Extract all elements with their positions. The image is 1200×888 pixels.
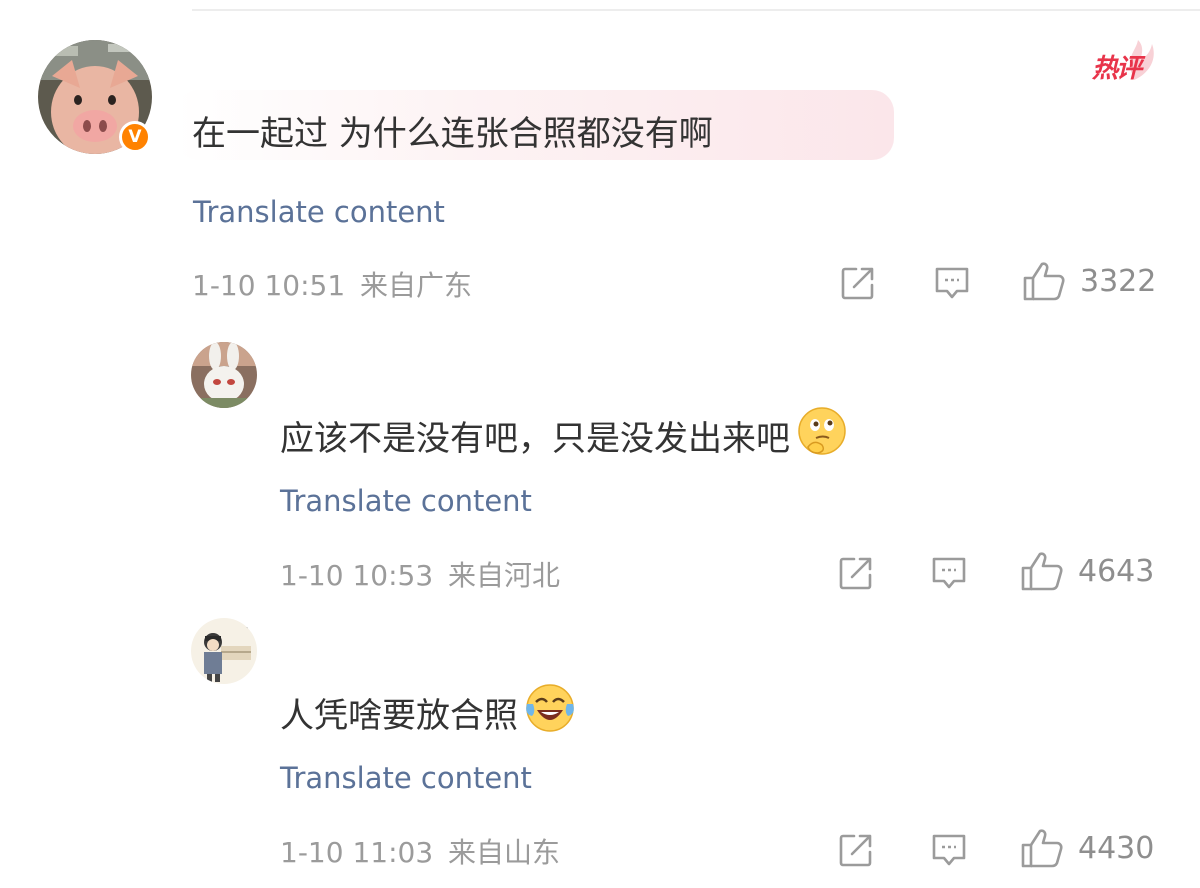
like-button[interactable]: 3322	[1022, 260, 1156, 302]
hot-comment-badge: 热评	[1086, 40, 1162, 84]
share-icon	[839, 834, 872, 867]
thumbs-up-icon	[1021, 552, 1063, 591]
like-count: 4643	[1078, 553, 1155, 589]
comment-button[interactable]	[930, 832, 968, 868]
reply-text: 人凭啥要放合照	[280, 696, 518, 736]
hot-comment-label: 热评	[1092, 54, 1142, 84]
comment-text: 在一起过 为什么连张合照都没有啊	[192, 114, 713, 154]
comment-icon	[935, 267, 969, 299]
verified-mark: V	[128, 127, 142, 147]
reply-timestamp: 1-10 10:53	[280, 559, 434, 592]
main-comment: V 热评 在一起过 为什么连张合照都没有啊 Translate content …	[0, 0, 1200, 320]
reply-location: 来自河北	[448, 559, 561, 592]
reply-avatar[interactable]	[191, 342, 257, 408]
laughing-tears-emoji-icon	[524, 682, 576, 743]
reply-location: 来自山东	[448, 836, 561, 869]
thinking-emoji-icon	[796, 405, 848, 466]
comment-meta: 1-10 10:51 来自广东	[192, 264, 472, 304]
verified-badge: V	[119, 121, 151, 153]
reply-meta: 1-10 11:03 来自山东	[280, 831, 560, 871]
comment-button[interactable]	[930, 555, 968, 591]
share-button[interactable]	[838, 832, 874, 868]
like-count: 4430	[1078, 830, 1155, 866]
like-count: 3322	[1080, 263, 1157, 299]
rabbit-avatar-image	[191, 342, 257, 408]
reply-meta: 1-10 10:53 来自河北	[280, 554, 560, 594]
share-icon	[841, 267, 874, 300]
comment-button[interactable]	[933, 265, 971, 301]
reply-text-row: 人凭啥要放合照	[280, 682, 576, 743]
translate-link[interactable]: Translate content	[193, 195, 445, 229]
reply-text-row: 应该不是没有吧，只是没发出来吧	[280, 405, 848, 466]
share-button[interactable]	[838, 555, 874, 591]
reply-avatar[interactable]	[191, 618, 257, 684]
comment-icon	[932, 834, 966, 866]
translate-link[interactable]: Translate content	[280, 484, 532, 518]
share-button[interactable]	[840, 265, 876, 301]
like-button[interactable]: 4643	[1020, 550, 1154, 592]
like-button[interactable]: 4430	[1020, 827, 1154, 869]
cartoon-person-avatar-image	[191, 618, 257, 684]
share-icon	[839, 557, 872, 590]
translate-link[interactable]: Translate content	[280, 761, 532, 795]
reply-text: 应该不是没有吧，只是没发出来吧	[280, 419, 790, 459]
thumbs-up-icon	[1023, 262, 1065, 301]
comment-timestamp: 1-10 10:51	[192, 269, 346, 302]
reply-timestamp: 1-10 11:03	[280, 836, 434, 869]
comment-location: 来自广东	[360, 269, 473, 302]
comment-icon	[932, 557, 966, 589]
thumbs-up-icon	[1021, 829, 1063, 868]
